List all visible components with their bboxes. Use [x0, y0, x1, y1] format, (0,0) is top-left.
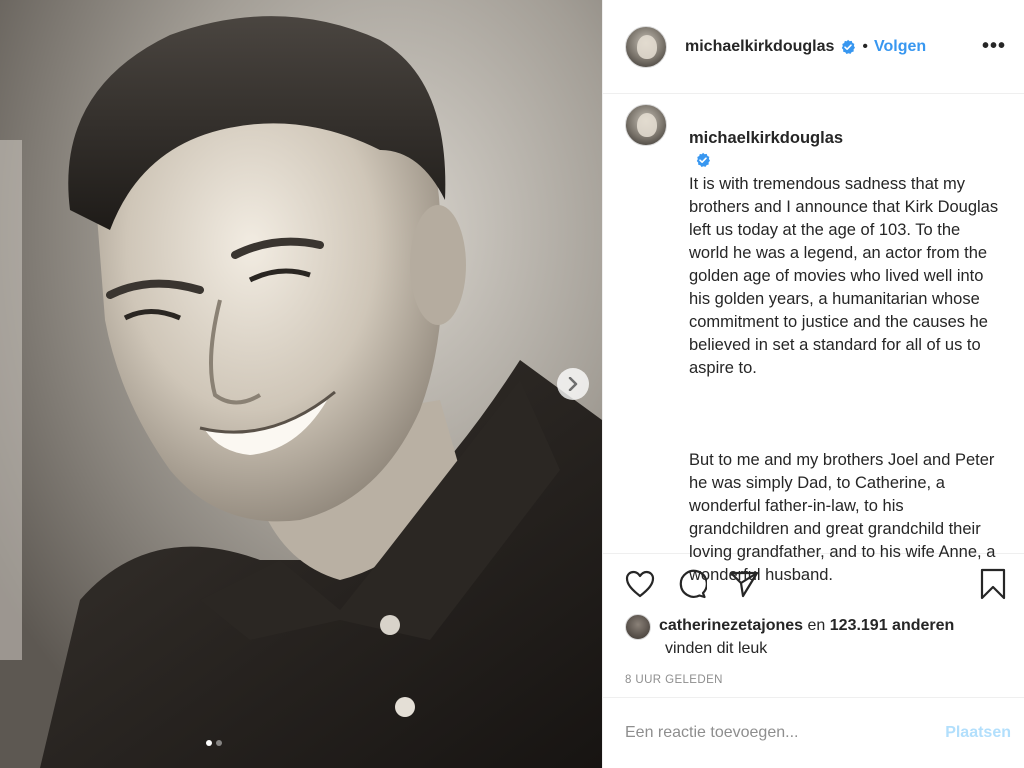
carousel-dot-active — [206, 740, 212, 746]
header-separator: • — [862, 37, 868, 55]
likes-count[interactable]: 123.191 anderen — [830, 617, 955, 634]
follow-button[interactable]: Volgen — [874, 38, 926, 56]
bookmark-icon — [980, 568, 1006, 600]
likes-connector: en — [807, 617, 826, 634]
caption-username[interactable]: michaelkirkdouglas — [689, 129, 843, 147]
post-timestamp[interactable]: 8 uur geleden — [603, 660, 1024, 686]
avatar[interactable] — [625, 25, 667, 68]
liker-avatar[interactable] — [625, 614, 651, 640]
carousel-dots — [206, 740, 222, 746]
like-button[interactable] — [623, 567, 657, 601]
caption-avatar[interactable] — [625, 104, 667, 146]
chevron-right-icon — [568, 377, 578, 391]
portrait-image — [0, 0, 602, 768]
more-options-button[interactable]: ••• — [982, 35, 1006, 58]
post-sidebar: michaelkirkdouglas • Volgen ••• michaelk… — [602, 0, 1024, 768]
post-header: michaelkirkdouglas • Volgen ••• — [603, 0, 1024, 94]
likes-text: catherinezetajones en 123.191 anderen vi… — [659, 614, 954, 660]
comment-icon — [679, 569, 707, 599]
post-photo[interactable] — [0, 0, 602, 768]
caption-text: michaelkirkdouglas It is with tremendous… — [689, 104, 1004, 584]
share-icon — [729, 571, 759, 598]
caption-section: michaelkirkdouglas It is with tremendous… — [603, 94, 1024, 584]
save-button[interactable] — [976, 567, 1010, 601]
carousel-next-button[interactable] — [557, 368, 589, 400]
share-button[interactable] — [727, 567, 761, 601]
carousel-dot — [216, 740, 222, 746]
caption-paragraph-1: It is with tremendous sadness that my br… — [689, 175, 999, 377]
comment-input[interactable] — [625, 724, 946, 742]
comment-form: Plaatsen — [603, 697, 1024, 768]
verified-badge-icon — [842, 39, 856, 54]
heart-icon — [625, 570, 655, 598]
header-username[interactable]: michaelkirkdouglas — [685, 38, 834, 56]
verified-badge-icon — [696, 152, 710, 167]
likes-suffix: vinden dit leuk — [665, 640, 768, 657]
likes-summary: catherinezetajones en 123.191 anderen vi… — [603, 614, 1024, 660]
post-comment-button[interactable]: Plaatsen — [945, 724, 1011, 742]
liker-username[interactable]: catherinezetajones — [659, 617, 803, 634]
comment-button[interactable] — [675, 567, 709, 601]
